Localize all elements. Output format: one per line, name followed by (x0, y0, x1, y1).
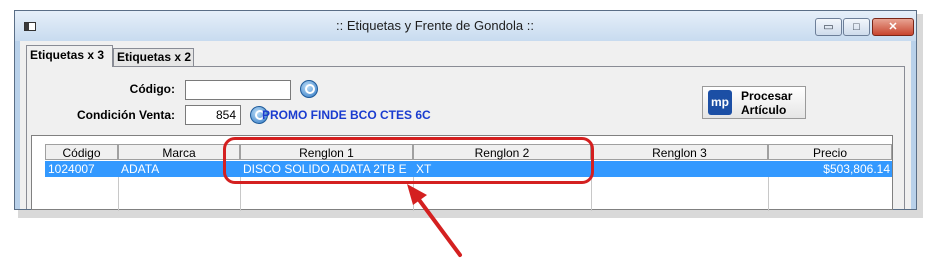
tab-etiquetas-x3[interactable]: Etiquetas x 3 (26, 45, 113, 67)
annotation-arrow-icon (407, 184, 462, 257)
